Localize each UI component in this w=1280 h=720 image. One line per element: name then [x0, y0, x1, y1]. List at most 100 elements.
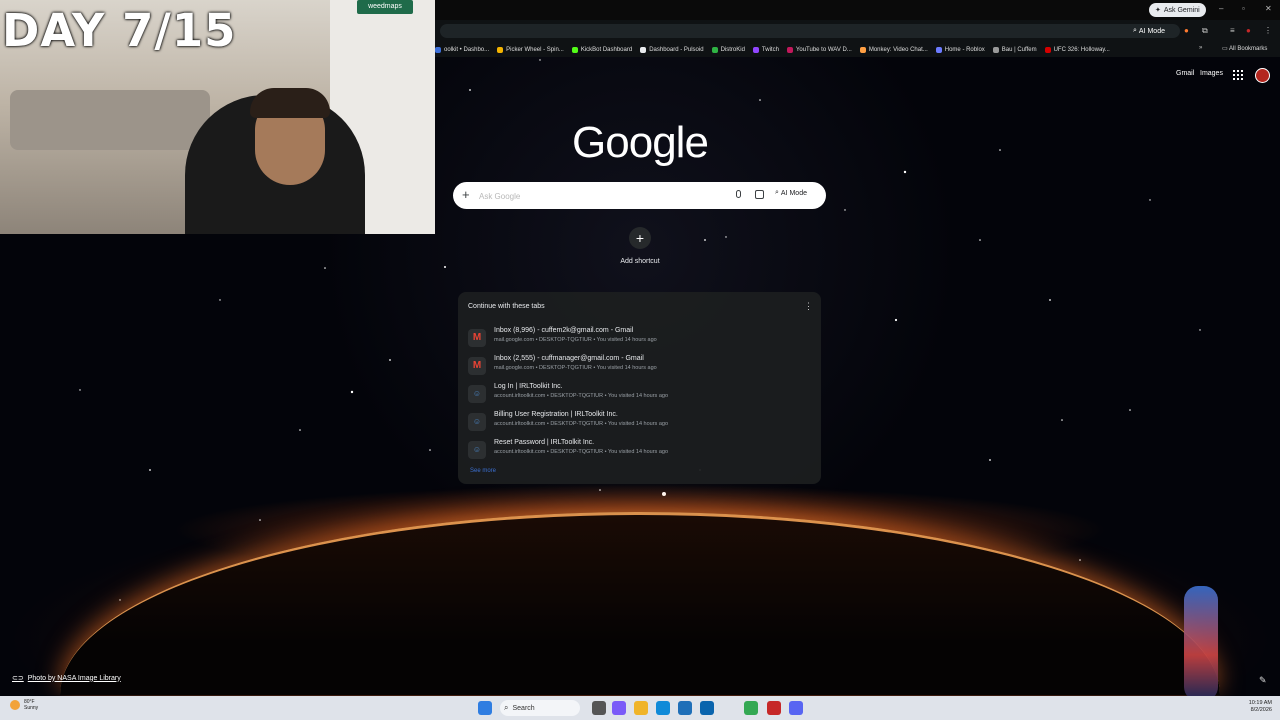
continue-tabs-card: Continue with these tabs ⋮ M Inbox (8,996…	[458, 292, 821, 484]
day-counter: DAY 7/15	[2, 4, 237, 57]
clock-time: 10:19 AM	[1248, 700, 1272, 706]
add-shortcut-label[interactable]: Add shortcut	[600, 258, 680, 265]
ask-gemini-label: Ask Gemini	[1163, 6, 1200, 14]
ai-mode-icon: ⌕	[775, 189, 779, 196]
ai-mode-button[interactable]: ⌕ AI Mode	[775, 189, 807, 197]
bookmark-item[interactable]: Bau | Cuffem	[992, 46, 1037, 53]
google-apps-icon[interactable]	[1233, 70, 1243, 80]
bookmark-label: Monkey: Video Chat...	[868, 46, 928, 53]
bookmark-label: Picker Wheel - Spin...	[506, 46, 564, 53]
recent-tab-meta: mail.google.com • DESKTOP-TQGTIUR • You …	[494, 365, 657, 371]
customize-pencil-icon[interactable]: ✎	[1259, 675, 1267, 686]
file-explorer-icon[interactable]	[634, 701, 648, 715]
recent-tab-meta: mail.google.com • DESKTOP-TQGTIUR • You …	[494, 337, 657, 343]
see-more-link[interactable]: See more	[470, 468, 496, 474]
account-avatar[interactable]	[1255, 68, 1270, 83]
weather-desc: Sunny	[24, 705, 39, 711]
taskbar-clock[interactable]: 10:19 AM 8/2/2026	[1238, 700, 1272, 714]
address-bar[interactable]	[440, 24, 1180, 38]
profile-icon[interactable]: ●	[1246, 26, 1251, 35]
bookmark-item[interactable]: oolkit • Dashbo...	[435, 46, 489, 53]
recent-tab-title: Reset Password | IRLToolkit Inc.	[494, 439, 595, 446]
sun-icon	[10, 700, 20, 710]
gmail-icon: M	[468, 329, 486, 347]
start-icon[interactable]	[478, 701, 492, 715]
webcam-couch	[10, 90, 210, 150]
recent-tab-meta: account.irltoolkit.com • DESKTOP-TQGTIUR…	[494, 421, 669, 427]
search-icon: ⌕	[504, 703, 509, 712]
recent-tab-title: Inbox (2,555) - cuffmanager@gmail.com - …	[494, 355, 644, 362]
discord-icon[interactable]	[789, 701, 803, 715]
recent-tab-item[interactable]: ☺ Reset Password | IRLToolkit Inc. account…	[468, 439, 813, 465]
bookmark-label: Twitch	[761, 46, 779, 53]
copilot-icon[interactable]	[612, 701, 626, 715]
search-input[interactable]	[477, 188, 721, 204]
card-title: Continue with these tabs	[468, 303, 545, 310]
all-bookmarks-label: All Bookmarks	[1229, 46, 1268, 52]
google-logo: Google	[572, 118, 709, 167]
recent-tab-item[interactable]: ☺ Log In | IRLToolkit Inc. account.irltool…	[468, 383, 813, 409]
all-bookmarks-button[interactable]: ▭ All Bookmarks	[1222, 45, 1267, 52]
plus-icon[interactable]: +	[462, 187, 470, 202]
irltoolkit-icon: ☺	[468, 441, 486, 459]
outlook-icon[interactable]	[700, 701, 714, 715]
gmail-icon: M	[468, 357, 486, 375]
bookmark-label: Home - Roblox	[944, 46, 985, 53]
bookmark-item[interactable]: YouTube to WAV D...	[786, 46, 852, 53]
bookmarks-bar: oolkit • Dashbo... Picker Wheel - Spin...…	[435, 42, 1280, 57]
recent-tab-item[interactable]: M Inbox (2,555) - cuffmanager@gmail.com -…	[468, 355, 813, 381]
bookmark-item[interactable]: UFC 326: Holloway...	[1044, 46, 1110, 53]
recent-tab-title: Billing User Registration | IRLToolkit I…	[494, 411, 618, 418]
photo-credit-label: Photo by NASA Image Library	[27, 674, 121, 682]
recent-tab-title: Inbox (8,996) - cuffem2k@gmail.com - Gma…	[494, 327, 634, 334]
google-lens-icon[interactable]	[755, 190, 764, 199]
recent-tab-item[interactable]: ☺ Billing User Registration | IRLToolkit …	[468, 411, 813, 437]
ask-gemini-button[interactable]: ✦ Ask Gemini	[1149, 3, 1206, 17]
taskbar-search[interactable]: ⌕ Search	[500, 700, 580, 716]
minimize-button[interactable]: –	[1219, 4, 1223, 13]
link-icon: ⊂⊃	[12, 675, 24, 682]
bookmark-favicon-icon	[752, 46, 759, 53]
bookmark-item[interactable]: KickBot Dashboard	[571, 46, 633, 53]
webcam-sign: weedmaps	[357, 0, 413, 14]
recent-tab-item[interactable]: M Inbox (8,996) - cuffem2k@gmail.com - Gm…	[468, 327, 813, 353]
bookmark-label: UFC 326: Holloway...	[1053, 46, 1110, 53]
chrome-icon[interactable]	[744, 701, 758, 715]
omnibox-ai-mode-chip[interactable]: ⌕ AI Mode	[1128, 25, 1170, 37]
maximize-button[interactable]: ▫	[1242, 4, 1245, 13]
gmail-link[interactable]: Gmail	[1176, 70, 1194, 77]
bookmark-item[interactable]: Picker Wheel - Spin...	[497, 46, 564, 53]
ai-mode-label: AI Mode	[780, 189, 807, 197]
search-box[interactable]: + ⌕ AI Mode	[453, 182, 826, 209]
app-red-icon[interactable]	[767, 701, 781, 715]
bookmark-favicon-icon	[640, 46, 647, 53]
store-icon[interactable]	[678, 701, 692, 715]
bookmark-label: KickBot Dashboard	[580, 46, 633, 53]
chrome-menu-icon[interactable]: ⋮	[1264, 26, 1272, 35]
bookmark-item[interactable]: DistroKid	[711, 46, 745, 53]
bookmark-favicon-icon	[859, 46, 866, 53]
irltoolkit-icon: ☺	[468, 385, 486, 403]
bookmark-favicon-icon	[935, 46, 942, 53]
photo-credit-link[interactable]: ⊂⊃ Photo by NASA Image Library	[12, 674, 121, 683]
extensions-puzzle-icon[interactable]: ⧉	[1202, 26, 1208, 36]
edge-icon[interactable]	[656, 701, 670, 715]
bookmark-item[interactable]: Twitch	[752, 46, 779, 53]
bookmark-item[interactable]: Monkey: Video Chat...	[859, 46, 928, 53]
plus-icon: +	[635, 230, 645, 246]
close-window-button[interactable]: ✕	[1265, 4, 1272, 13]
weather-widget[interactable]: 80°F Sunny	[10, 699, 38, 711]
bookmark-item[interactable]: Home - Roblox	[935, 46, 985, 53]
microphone-icon[interactable]	[736, 190, 741, 198]
tab-search-icon[interactable]: ≡	[1230, 26, 1235, 35]
more-vert-icon[interactable]: ⋮	[804, 301, 813, 312]
add-shortcut-button[interactable]: +	[629, 227, 651, 249]
bookmark-favicon-icon	[711, 46, 718, 53]
bookmark-favicon-icon	[435, 46, 441, 53]
extension-icon[interactable]: ●	[1184, 26, 1189, 35]
images-link[interactable]: Images	[1200, 70, 1223, 77]
bookmark-favicon-icon	[1044, 46, 1051, 53]
bookmark-item[interactable]: Dashboard - Pulsoid	[640, 46, 704, 53]
bookmarks-overflow-icon[interactable]: »	[1199, 45, 1202, 51]
task-view-icon[interactable]	[592, 701, 606, 715]
